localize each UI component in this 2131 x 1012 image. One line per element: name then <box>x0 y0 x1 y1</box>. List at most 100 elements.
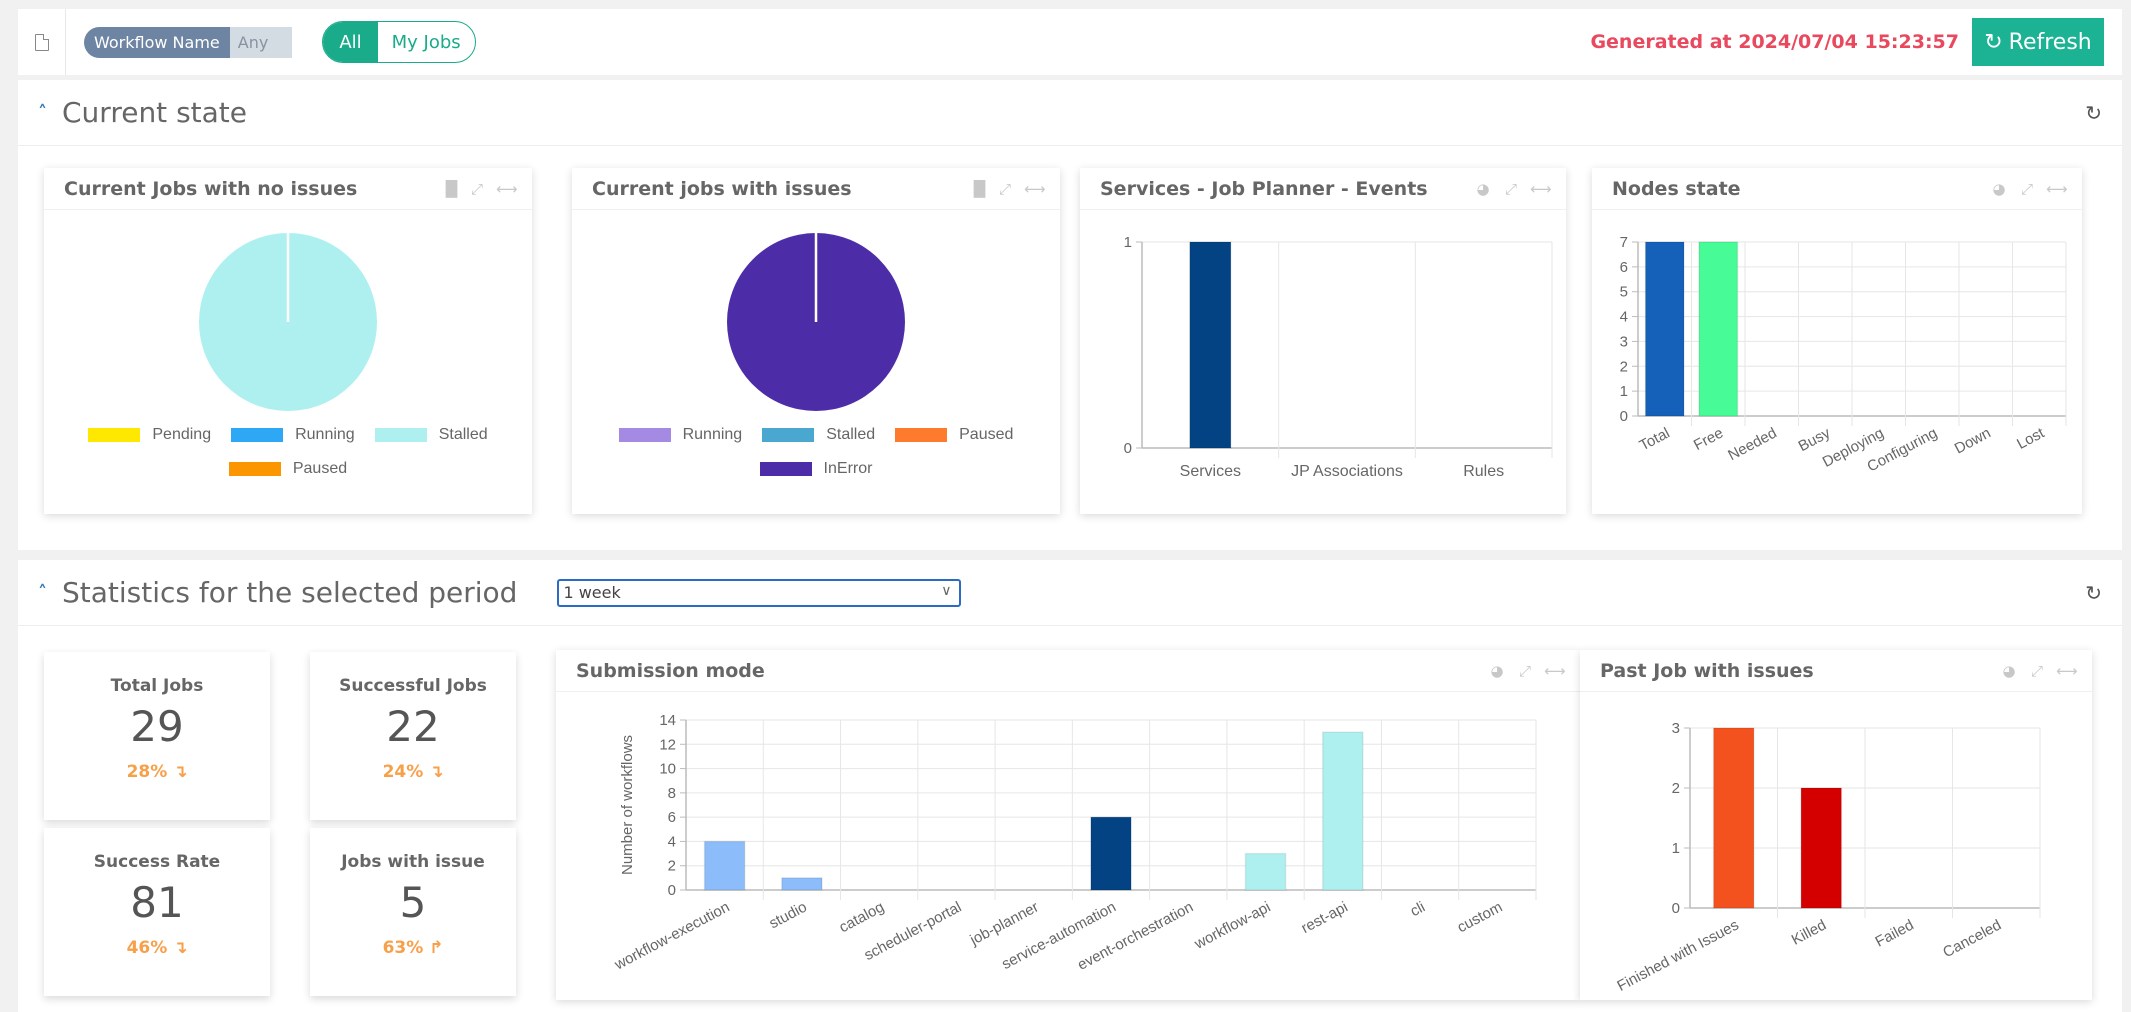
kpi-value: 5 <box>399 878 427 927</box>
pie-chart-icon[interactable]: ◕ <box>1474 180 1492 198</box>
legend-label: Paused <box>292 460 348 477</box>
legend-swatch <box>618 428 671 442</box>
kpi-delta: 24% ↴ <box>382 762 444 783</box>
panel-submission-mode: Submission mode ◕ ⤢ ⟷ 0 2 4 6 8 10 12 14 workflo… <box>556 650 1580 1000</box>
scope-my-jobs-button[interactable]: My Jobs <box>378 22 475 62</box>
period-select[interactable]: 1 week ∨ <box>557 578 962 607</box>
export-pdf-button[interactable] <box>18 9 66 75</box>
kpi-delta: 46% ↴ <box>126 938 188 959</box>
x-tick-label: Free <box>1691 425 1726 454</box>
bar-chart-icon[interactable]: ▐▌ <box>968 180 991 198</box>
x-tick-label: Down <box>1952 425 1994 458</box>
scope-all-button[interactable]: All <box>323 22 378 62</box>
workflow-name-filter[interactable]: Workflow Name Any <box>84 26 293 58</box>
bar-chart-icon[interactable]: ▐▌ <box>440 180 463 198</box>
legend-item-running[interactable]: Running <box>618 426 743 444</box>
collapse-chevron-icon[interactable]: ˄ <box>38 102 62 123</box>
legend-swatch <box>88 428 141 442</box>
kpi-label: Total Jobs <box>110 676 204 696</box>
y-tick-label: 0 <box>1124 440 1132 457</box>
kpi-label: Jobs with issue <box>341 852 485 872</box>
x-tick-label: Canceled <box>1940 917 2004 962</box>
x-tick-label: studio <box>766 899 809 933</box>
legend-item-stalled[interactable]: Stalled <box>762 426 875 444</box>
legend-item-running[interactable]: Running <box>231 426 355 444</box>
bar-workflow-execution <box>703 840 746 891</box>
y-axis-label: Number of workflows <box>619 735 636 875</box>
y-tick-label: 6 <box>1620 259 1628 276</box>
x-tick-label: Failed <box>1873 917 1917 951</box>
x-tick-label: Finished with Issues <box>1614 917 1741 995</box>
refresh-button[interactable]: ↻ Refresh <box>1972 18 2104 66</box>
y-tick-label: 14 <box>659 712 676 729</box>
y-tick-label: 1 <box>1124 234 1132 251</box>
y-tick-label: 1 <box>1620 383 1628 400</box>
resize-width-icon[interactable]: ⟷ <box>2046 180 2068 198</box>
x-tick-label: cli <box>1407 899 1427 921</box>
kpi-label: Successful Jobs <box>339 676 487 696</box>
bar-total <box>1644 241 1685 417</box>
filter-value[interactable]: Any <box>229 26 293 58</box>
chart-legend: Running Stalled Paused InError <box>572 426 1060 478</box>
generated-timestamp: Generated at 2024/07/04 15:23:57 <box>1590 31 1959 53</box>
expand-icon[interactable]: ⤢ <box>468 180 486 198</box>
panel-title: Current Jobs with no issues <box>64 177 358 200</box>
statistics-header: ˄ Statistics for the selected period 1 w… <box>18 560 2122 626</box>
resize-width-icon[interactable]: ⟷ <box>1544 662 1566 680</box>
kpi-success-rate: Success Rate 81 46% ↴ <box>44 828 270 996</box>
y-tick-label: 5 <box>1620 284 1628 301</box>
y-tick-label: 10 <box>659 761 676 778</box>
resize-width-icon[interactable]: ⟷ <box>2056 662 2078 680</box>
bar-services <box>1189 241 1232 449</box>
y-tick-label: 4 <box>668 833 676 850</box>
x-tick-label: workflow-api <box>1191 899 1273 954</box>
resize-width-icon[interactable]: ⟷ <box>496 180 518 198</box>
legend-label: Running <box>682 426 743 443</box>
bar-workflow-api <box>1244 852 1287 891</box>
pie-chart-icon[interactable]: ◕ <box>1990 180 2008 198</box>
y-tick-label: 1 <box>1672 840 1680 857</box>
expand-icon[interactable]: ⤢ <box>2018 180 2036 198</box>
legend-swatch <box>228 462 281 476</box>
legend-item-paused[interactable]: Paused <box>895 426 1013 444</box>
x-tick-label: Total <box>1637 425 1673 455</box>
expand-icon[interactable]: ⤢ <box>996 180 1014 198</box>
legend-swatch <box>895 428 948 442</box>
panel-past-job-issues: Past Job with issues ◕ ⤢ ⟷ 0 1 2 3 Finished … <box>1580 650 2092 1000</box>
job-scope-toggle: All My Jobs <box>322 21 476 63</box>
resize-width-icon[interactable]: ⟷ <box>1530 180 1552 198</box>
legend-item-stalled[interactable]: Stalled <box>374 426 488 444</box>
y-tick-label: 7 <box>1620 234 1628 251</box>
kpi-value: 81 <box>130 878 184 927</box>
section-refresh-icon[interactable]: ↻ <box>2085 101 2102 125</box>
chevron-down-icon: ∨ <box>941 582 952 599</box>
panel-title: Submission mode <box>576 659 765 682</box>
pie-chart-icon[interactable]: ◕ <box>2000 662 2018 680</box>
x-tick-label: workflow-execution <box>611 899 732 974</box>
x-tick-label: Killed <box>1789 917 1829 949</box>
expand-icon[interactable]: ⤢ <box>1516 662 1534 680</box>
panel-nodes-state: Nodes state ◕ ⤢ ⟷ 0 1 2 3 4 5 6 7 Total Free Neede… <box>1592 168 2082 514</box>
resize-width-icon[interactable]: ⟷ <box>1024 180 1046 198</box>
kpi-jobs-with-issue: Jobs with issue 5 63% ↱ <box>310 828 516 996</box>
legend-label: Pending <box>152 426 212 443</box>
collapse-chevron-icon[interactable]: ˄ <box>38 582 62 603</box>
expand-icon[interactable]: ⤢ <box>2028 662 2046 680</box>
legend-item-paused[interactable]: Paused <box>228 460 348 478</box>
y-tick-label: 3 <box>1620 333 1628 350</box>
x-tick-label: JP Associations <box>1291 463 1403 480</box>
legend-item-inerror[interactable]: InError <box>759 460 872 478</box>
legend-item-pending[interactable]: Pending <box>88 426 211 444</box>
y-tick-label: 2 <box>1620 358 1628 375</box>
expand-icon[interactable]: ⤢ <box>1502 180 1520 198</box>
panel-jobs-no-issues: Current Jobs with no issues ▐▌ ⤢ ⟷ Pendi… <box>44 168 532 514</box>
y-tick-label: 8 <box>668 785 676 802</box>
bar-service-automation <box>1090 816 1132 891</box>
pie-chart-icon[interactable]: ◕ <box>1488 662 1506 680</box>
chart-legend: Pending Running Stalled Paused <box>44 426 532 478</box>
section-refresh-icon[interactable]: ↻ <box>2085 581 2102 605</box>
panel-title: Services - Job Planner - Events <box>1100 177 1428 200</box>
legend-label: Stalled <box>826 426 876 443</box>
refresh-icon: ↻ <box>1984 29 2003 55</box>
panel-title: Past Job with issues <box>1600 659 1814 682</box>
